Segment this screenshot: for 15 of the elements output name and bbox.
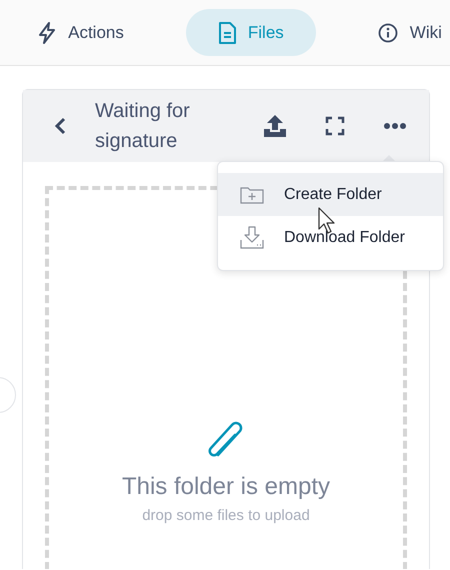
upload-icon — [263, 114, 287, 138]
info-icon — [378, 22, 398, 42]
tab[interactable]: Actions — [16, 9, 146, 56]
more-icon — [383, 122, 407, 130]
download-icon — [240, 226, 264, 250]
lightning-icon — [38, 22, 56, 44]
empty-hint: drop some files to upload — [142, 507, 310, 524]
folder-plus-icon — [240, 186, 264, 204]
menu-item[interactable]: Create Folder — [218, 173, 443, 216]
empty-title: This folder is empty — [122, 473, 330, 501]
chevron-left-icon — [53, 116, 67, 136]
document-icon — [218, 22, 236, 44]
tab[interactable]: Wiki — [356, 9, 450, 56]
fullscreen-icon — [325, 116, 345, 136]
folder-title: Waiting for signature — [95, 99, 191, 154]
